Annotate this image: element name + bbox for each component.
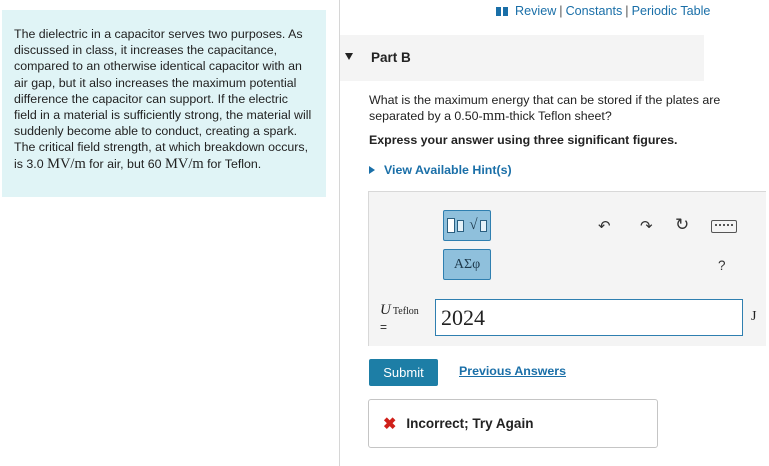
answer-variable: U Teflon [380, 302, 419, 318]
question-text: What is the maximum energy that can be s… [369, 93, 721, 124]
intro-text: The dielectric in a capacitor serves two… [14, 27, 312, 171]
template-button[interactable]: √ [443, 210, 491, 241]
constants-link[interactable]: Constants [566, 4, 623, 18]
undo-icon[interactable]: ↶ [598, 217, 611, 235]
greek-label: ΑΣφ [453, 256, 481, 272]
previous-answers-link[interactable]: Previous Answers [459, 364, 566, 378]
problem-intro-panel: The dielectric in a capacitor serves two… [2, 10, 326, 197]
feedback-message: Incorrect; Try Again [406, 416, 534, 431]
template-icon: √ [447, 217, 487, 234]
part-title: Part B [371, 50, 411, 65]
book-icon [496, 6, 508, 16]
submit-button[interactable]: Submit [369, 359, 438, 386]
view-hints-toggle[interactable]: View Available Hint(s) [369, 163, 512, 177]
help-icon[interactable]: ? [718, 258, 726, 273]
top-links: Review | Constants | Periodic Table [496, 4, 710, 18]
hint-label: View Available Hint(s) [384, 163, 512, 177]
feedback-box: ✖ Incorrect; Try Again [368, 399, 658, 448]
intro-text-mid: for air, but 60 [85, 156, 165, 171]
separator: | [625, 4, 629, 18]
instruction-text: Express your answer using three signific… [369, 133, 678, 147]
redo-icon[interactable]: ↷ [640, 217, 653, 235]
intro-text-end: for Teflon. [203, 156, 262, 171]
equals-sign: = [380, 320, 388, 334]
caret-right-icon [369, 166, 375, 174]
keyboard-icon[interactable] [711, 220, 737, 233]
greek-symbols-button[interactable]: ΑΣφ [443, 249, 491, 280]
review-link[interactable]: Review [515, 4, 556, 18]
periodic-table-link[interactable]: Periodic Table [632, 4, 711, 18]
unit-mv-per-m-2: MV/m [164, 155, 204, 172]
separator: | [559, 4, 563, 18]
unit-mm: mm [482, 108, 506, 124]
reset-icon[interactable]: ↻ [675, 215, 689, 235]
unit-mv-per-m: MV/m [47, 155, 86, 172]
error-x-icon: ✖ [383, 415, 397, 433]
answer-unit: J [751, 309, 757, 324]
answer-input[interactable]: 2024 [435, 299, 743, 336]
collapse-triangle-icon[interactable] [345, 53, 353, 60]
